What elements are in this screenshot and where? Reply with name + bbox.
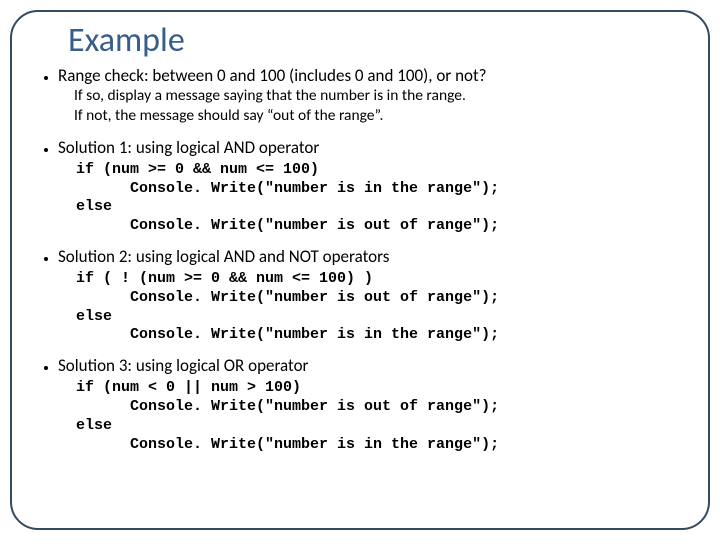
code-block-1: if (num >= 0 && num <= 100) Console. Wri… [76, 161, 680, 236]
slide-frame: Example Range check: between 0 and 100 (… [10, 10, 710, 530]
bullet-text: Solution 2: using logical AND and NOT op… [58, 246, 389, 267]
sub-line-1: If so, display a message saying that the… [74, 86, 680, 106]
bullet-text: Range check: between 0 and 100 (includes… [58, 65, 487, 86]
bullet-text: Solution 1: using logical AND operator [58, 137, 319, 158]
bullet-range-check: Range check: between 0 and 100 (includes… [58, 65, 680, 127]
slide-title: Example [68, 20, 680, 61]
bullet-solution-1: Solution 1: using logical AND operator i… [58, 137, 680, 236]
bullet-solution-2: Solution 2: using logical AND and NOT op… [58, 246, 680, 345]
code-block-3: if (num < 0 || num > 100) Console. Write… [76, 379, 680, 454]
sub-line-2: If not, the message should say “out of t… [74, 106, 680, 126]
bullet-solution-3: Solution 3: using logical OR operator if… [58, 355, 680, 454]
code-block-2: if ( ! (num >= 0 && num <= 100) ) Consol… [76, 270, 680, 345]
bullet-list: Range check: between 0 and 100 (includes… [40, 65, 680, 454]
bullet-text: Solution 3: using logical OR operator [58, 355, 308, 376]
